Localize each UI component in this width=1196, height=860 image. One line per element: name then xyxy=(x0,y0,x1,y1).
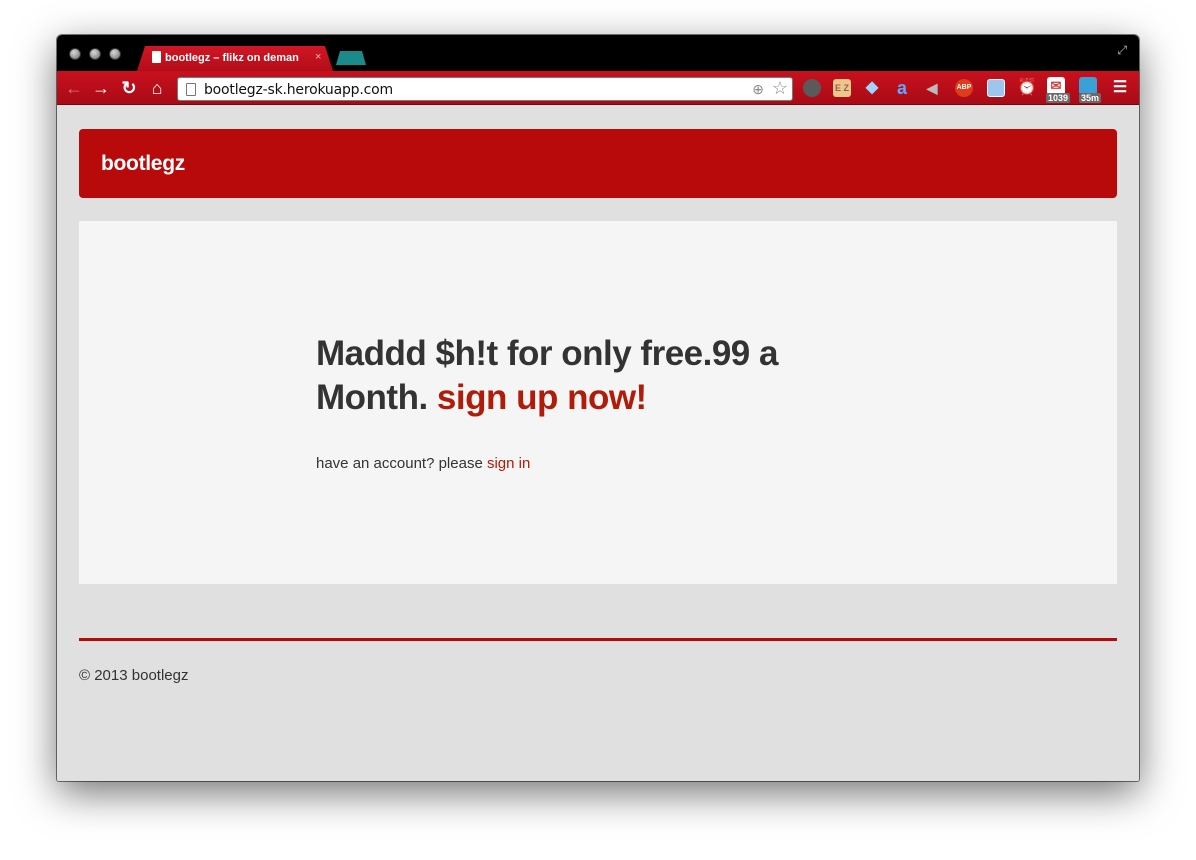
hero-subtext: have an account? please sign in xyxy=(316,455,530,472)
diamond-icon[interactable]: ◆ xyxy=(863,79,881,97)
ez-icon[interactable]: E Z xyxy=(833,79,851,97)
adblock-icon[interactable]: ABP xyxy=(955,79,973,97)
tab-strip: bootlegz – flikz on deman × ⤢ xyxy=(57,35,1139,71)
mail-badge: 1039 xyxy=(1046,93,1071,103)
sign-up-link[interactable]: sign up now! xyxy=(437,378,647,417)
tab-close-icon[interactable]: × xyxy=(315,51,321,63)
menu-icon[interactable]: ☰ xyxy=(1111,79,1129,97)
page-content: bootlegz Maddd $h!t for only free.99 a M… xyxy=(57,106,1139,781)
back-arrow-icon[interactable]: ← xyxy=(63,77,85,99)
hero-heading: Maddd $h!t for only free.99 a Month. sig… xyxy=(316,332,816,420)
account-prompt: have an account? please xyxy=(316,455,483,472)
brand-link[interactable]: bootlegz xyxy=(101,152,185,176)
page-favicon-icon xyxy=(152,51,161,63)
hero-unit: Maddd $h!t for only free.99 a Month. sig… xyxy=(79,221,1117,584)
tab-title: bootlegz – flikz on deman xyxy=(165,52,299,64)
footer-copyright: © 2013 bootlegz xyxy=(79,667,189,684)
navbar: bootlegz xyxy=(79,129,1117,198)
zoom-icon[interactable]: ⊕ xyxy=(752,81,764,98)
home-icon[interactable]: ⌂ xyxy=(146,77,168,99)
page-icon xyxy=(186,83,196,96)
sound-icon[interactable]: ◀ xyxy=(923,79,941,97)
close-window-button[interactable] xyxy=(69,48,81,60)
address-bar[interactable]: bootlegz-sk.herokuapp.com ⊕ ☆ xyxy=(177,77,793,101)
zoom-window-button[interactable] xyxy=(109,48,121,60)
bookmark-star-icon[interactable]: ☆ xyxy=(772,78,788,99)
minimize-window-button[interactable] xyxy=(89,48,101,60)
amazon-icon[interactable]: a xyxy=(893,79,911,97)
sign-in-link[interactable]: sign in xyxy=(487,455,530,472)
browser-window: bootlegz – flikz on deman × ⤢ ← → ↻ ⌂ bo… xyxy=(57,35,1139,781)
forward-arrow-icon[interactable]: → xyxy=(90,77,112,99)
url-text: bootlegz-sk.herokuapp.com xyxy=(204,82,393,98)
browser-toolbar: ← → ↻ ⌂ bootlegz-sk.herokuapp.com ⊕ ☆ E … xyxy=(57,71,1139,105)
timer-badge: 35m xyxy=(1079,93,1102,103)
fullscreen-icon[interactable]: ⤢ xyxy=(1117,43,1127,58)
new-tab-button[interactable] xyxy=(336,51,366,65)
footer-divider xyxy=(79,638,1117,641)
evernote-icon[interactable] xyxy=(803,79,821,97)
tab-bootlegz[interactable]: bootlegz – flikz on deman × xyxy=(137,46,333,71)
reload-icon[interactable]: ↻ xyxy=(118,77,140,99)
alarm-icon[interactable]: ⏰ xyxy=(1017,79,1037,97)
screen-icon[interactable] xyxy=(987,79,1005,97)
